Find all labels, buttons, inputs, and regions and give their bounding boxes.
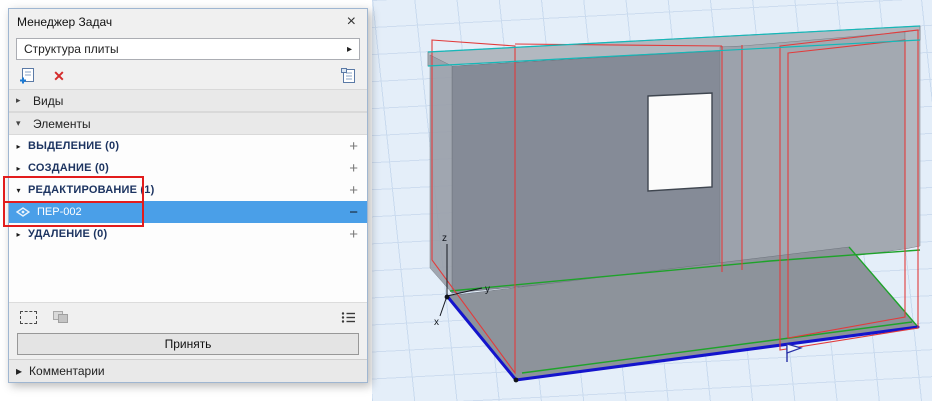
group-deletion[interactable]: ▸ УДАЛЕНИЕ (0) + (9, 223, 367, 245)
right-wall[interactable] (742, 30, 920, 271)
section-elements[interactable]: ▾ Элементы (9, 112, 367, 135)
chevron-right-icon: ▸ (16, 95, 26, 106)
window-opening[interactable] (648, 93, 712, 191)
isolate-elements-button[interactable] (51, 307, 71, 327)
axis-x-label: x (434, 317, 439, 328)
section-comments[interactable]: ▸ Комментарии (9, 359, 367, 382)
chevron-right-icon: ▸ (16, 364, 22, 378)
middle-wall-junction[interactable] (720, 46, 742, 273)
axis-y-label: y (485, 284, 490, 295)
minus-icon[interactable]: − (349, 205, 358, 220)
element-type-icon (16, 206, 30, 218)
plus-icon[interactable]: + (349, 227, 358, 242)
chevron-down-icon: ▾ (13, 186, 24, 195)
section-views[interactable]: ▸ Виды (9, 89, 367, 112)
structure-dropdown-row: Структура плиты ▸ (9, 35, 367, 63)
section-elements-label: Элементы (33, 117, 91, 131)
delete-icon: ✕ (53, 68, 65, 85)
marquee-select-button[interactable] (18, 307, 38, 327)
isolate-elements-icon (52, 310, 70, 324)
group-deletion-label: УДАЛЕНИЕ (0) (28, 228, 345, 240)
group-selection[interactable]: ▸ ВЫДЕЛЕНИЕ (0) + (9, 135, 367, 157)
3d-model: z y x (372, 0, 932, 401)
plus-icon[interactable]: + (349, 183, 358, 198)
left-wall-edge[interactable] (430, 55, 452, 293)
plus-icon[interactable]: + (349, 139, 358, 154)
list-empty-area (9, 245, 367, 302)
add-task-icon (18, 67, 36, 85)
accept-button[interactable]: Принять (17, 333, 359, 355)
group-creation[interactable]: ▸ СОЗДАНИЕ (0) + (9, 157, 367, 179)
chevron-right-icon: ▸ (347, 44, 352, 55)
structure-dropdown-value: Структура плиты (24, 42, 347, 56)
task-item-label: ПЕР-002 (37, 206, 342, 218)
section-views-label: Виды (33, 94, 63, 108)
chevron-right-icon: ▸ (13, 230, 24, 239)
plus-icon[interactable]: + (349, 161, 358, 176)
3d-viewport[interactable]: z y x (372, 0, 932, 401)
group-selection-label: ВЫДЕЛЕНИЕ (0) (28, 140, 345, 152)
corner-node[interactable] (445, 295, 450, 300)
chevron-right-icon: ▸ (13, 142, 24, 151)
panel-title: Менеджер Задач (17, 15, 344, 29)
group-creation-label: СОЗДАНИЕ (0) (28, 162, 345, 174)
delete-task-button[interactable]: ✕ (49, 66, 69, 86)
panel-titlebar[interactable]: Менеджер Задач × (9, 9, 367, 35)
corner-node[interactable] (514, 378, 519, 383)
section-comments-label: Комментарии (29, 364, 105, 378)
group-editing-label: РЕДАКТИРОВАНИЕ (1) (28, 184, 345, 196)
checklist-icon (340, 310, 357, 325)
marquee-icon (20, 311, 37, 324)
task-item-selected[interactable]: ПЕР-002 − (9, 201, 367, 223)
panel-toolbar: ✕ (9, 63, 367, 89)
task-list-options-button[interactable] (338, 307, 358, 327)
add-task-button[interactable] (17, 66, 37, 86)
structure-dropdown[interactable]: Структура плиты ▸ (16, 38, 360, 60)
chevron-right-icon: ▸ (13, 164, 24, 173)
accept-row: Принять (9, 331, 367, 359)
panel-bottom-toolbar (9, 302, 367, 331)
task-manager-panel: Менеджер Задач × Структура плиты ▸ ✕ (8, 8, 368, 383)
task-settings-button[interactable] (339, 66, 359, 86)
chevron-down-icon: ▾ (16, 118, 26, 129)
task-settings-icon (340, 67, 358, 85)
close-icon[interactable]: × (344, 14, 359, 30)
app-screen: { "panel": { "title": "Менеджер Задач", … (0, 0, 932, 401)
group-editing[interactable]: ▾ РЕДАКТИРОВАНИЕ (1) + (9, 179, 367, 201)
axis-z-label: z (442, 233, 447, 244)
